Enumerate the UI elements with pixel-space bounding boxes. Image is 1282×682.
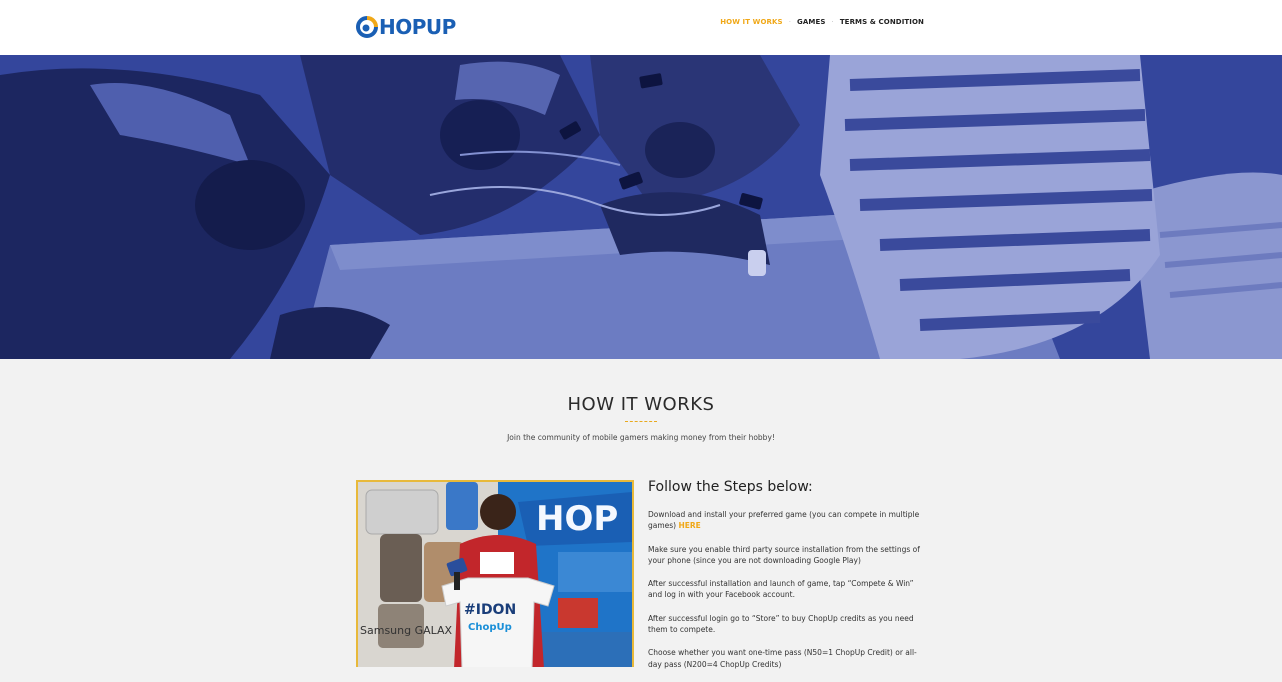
nav-separator: · xyxy=(831,18,834,26)
section-subtitle: Join the community of mobile gamers maki… xyxy=(507,433,775,442)
hero-photo xyxy=(0,55,1282,359)
hero-banner-image xyxy=(0,55,1282,359)
winner-photo: Samsung GALAX HOP #IDON ChopUp xyxy=(356,480,634,667)
logo-text: HOPUP xyxy=(379,15,456,39)
site-header: HOPUP HOW IT WORKS · GAMES · TERMS & CON… xyxy=(0,0,1282,55)
chopup-logo-icon xyxy=(356,16,378,38)
winner-photo-image: Samsung GALAX HOP #IDON ChopUp xyxy=(358,482,632,667)
shirt-text-2: ChopUp xyxy=(468,622,512,633)
nav-terms[interactable]: TERMS & CONDITION xyxy=(840,18,924,26)
banner-text: HOP xyxy=(536,499,618,539)
title-underline xyxy=(625,421,657,422)
steps-list: Download and install your preferred game… xyxy=(648,509,928,682)
step-item: Download and install your preferred game… xyxy=(648,509,928,532)
step-text: Make sure you enable third party source … xyxy=(648,544,920,565)
step-text: After successful installation and launch… xyxy=(648,579,914,600)
nav-separator: · xyxy=(788,18,792,26)
step-item: After successful login go to “Store” to … xyxy=(648,613,928,636)
download-here-link[interactable]: HERE xyxy=(679,521,701,530)
samsung-text: Samsung GALAX xyxy=(360,624,453,637)
nav-how-it-works[interactable]: HOW IT WORKS xyxy=(720,18,783,26)
shirt-text-1: #IDON xyxy=(464,602,516,618)
step-text: Choose whether you want one-time pass (N… xyxy=(648,648,917,669)
step-text: After successful login go to “Store” to … xyxy=(648,613,914,635)
main-nav: HOW IT WORKS · GAMES · TERMS & CONDITION xyxy=(720,18,924,26)
chopup-logo[interactable]: HOPUP xyxy=(356,14,456,40)
step-item: Make sure you enable third party source … xyxy=(648,544,928,567)
section-title: HOW IT WORKS xyxy=(567,394,715,415)
nav-games[interactable]: GAMES xyxy=(797,18,825,26)
steps-title: Follow the Steps below: xyxy=(648,479,813,495)
step-item: After successful installation and launch… xyxy=(648,578,928,601)
